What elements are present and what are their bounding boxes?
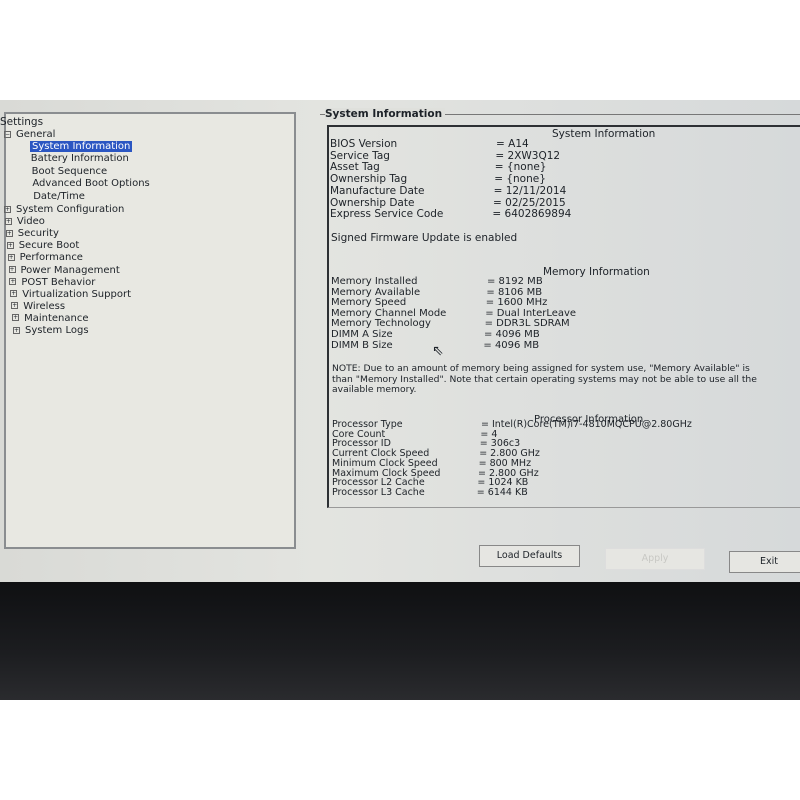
tree-group-label: Secure Boot (18, 240, 80, 252)
info-label: Memory Technology (331, 318, 431, 330)
info-label: Memory Available (331, 286, 421, 298)
info-label: Express Service Code (330, 208, 444, 221)
info-value: = Dual InterLeave (485, 307, 577, 319)
info-label: Memory Channel Mode (331, 307, 447, 319)
info-value: = 8192 MB (487, 276, 543, 287)
tree-group[interactable]: + Wireless (11, 301, 65, 313)
tree-item-label: Battery Information (30, 153, 129, 165)
tree-group[interactable]: + Security (5, 228, 59, 240)
info-label: Asset Tag (330, 161, 380, 174)
memory-heading: Memory Information (543, 266, 650, 278)
expand-icon[interactable]: + (7, 253, 15, 261)
tree-group-label: Video (16, 216, 45, 228)
info-value: = Intel(R)Core(TM)i7-4810MQCPU@2.80GHz (481, 419, 692, 430)
tree-group-label: Virtualization Support (22, 288, 131, 300)
info-value: = 6402869894 (492, 208, 572, 221)
tree-item[interactable]: Advanced Boot Options (32, 178, 149, 190)
info-label: Ownership Date (330, 196, 415, 209)
tree-item[interactable]: Battery Information (31, 153, 129, 165)
tree-group-label: Performance (19, 252, 83, 264)
memory-note-line: than "Memory Installed". Note that certa… (332, 373, 757, 385)
info-label: BIOS Version (330, 138, 398, 150)
tree-group[interactable]: + POST Behavior (9, 277, 95, 289)
info-value: = 02/25/2015 (493, 196, 566, 209)
info-value: = 4096 MB (484, 329, 540, 340)
tree-general[interactable]: − General (4, 129, 55, 141)
info-label: Memory Speed (331, 297, 407, 309)
tree-group-label: Power Management (20, 264, 120, 276)
tree-group[interactable]: + Virtualization Support (10, 289, 131, 301)
tree-group-label: System Logs (25, 325, 89, 336)
tree-group-label: POST Behavior (21, 276, 96, 288)
tree-group[interactable]: + System Configuration (4, 204, 124, 216)
tree-general-label: General (16, 129, 56, 140)
info-value: = 1600 MHz (485, 297, 548, 309)
tree-item[interactable]: System Information (30, 141, 133, 153)
info-value: = 12/11/2014 (493, 184, 567, 197)
info-label: Service Tag (330, 149, 390, 162)
tree-item[interactable]: Boot Sequence (32, 166, 108, 178)
exit-button[interactable]: Exit (729, 551, 800, 573)
expand-icon[interactable]: + (13, 326, 20, 334)
memory-note-line: available memory. (332, 384, 417, 395)
load-defaults-button[interactable]: Load Defaults (479, 545, 580, 567)
info-label: Ownership Tag (330, 173, 408, 186)
tree-item-label: Advanced Boot Options (32, 178, 150, 190)
tree-item-label: System Information (30, 141, 133, 152)
expand-icon[interactable]: + (4, 217, 12, 225)
info-value: = 8106 MB (486, 286, 543, 298)
expand-icon[interactable]: + (8, 266, 16, 273)
info-value: = DDR3L SDRAM (484, 318, 570, 330)
info-value: = {none} (494, 161, 547, 174)
tree-group-label: Maintenance (24, 312, 89, 324)
info-label: DIMM A Size (331, 329, 393, 340)
info-label: DIMM B Size (331, 339, 393, 351)
tree-item-label: Date/Time (33, 190, 85, 202)
info-label: Memory Installed (331, 276, 418, 287)
tree-group[interactable]: + Performance (7, 252, 83, 264)
info-label: Manufacture Date (330, 184, 425, 197)
panel-title: System Information (325, 108, 446, 120)
tree-item[interactable]: Date/Time (33, 191, 85, 203)
tree-group-label: Wireless (23, 300, 66, 312)
info-label: Processor L3 Cache (332, 486, 425, 498)
collapse-icon[interactable]: − (4, 130, 11, 138)
info-value: = 4096 MB (483, 339, 540, 351)
mouse-cursor-icon: ⇖ (432, 343, 444, 359)
info-value: = A14 (496, 138, 529, 150)
tree-group[interactable]: + Maintenance (12, 312, 89, 325)
laptop-bezel (0, 582, 800, 700)
tree-group-label: System Configuration (16, 204, 125, 215)
apply-button[interactable]: Apply (605, 548, 705, 570)
expand-icon[interactable]: + (5, 229, 13, 237)
tree-group[interactable]: + Secure Boot (6, 240, 80, 252)
tree-group[interactable]: + Power Management (8, 264, 120, 277)
memory-note-line: NOTE: Due to an amount of memory being a… (332, 363, 750, 374)
tree-group[interactable]: + Video (4, 216, 45, 228)
tree-item-label: Boot Sequence (31, 165, 108, 177)
expand-icon[interactable]: + (10, 290, 18, 298)
tree-group-label: Security (17, 228, 59, 240)
system-heading: System Information (552, 128, 656, 140)
expand-icon[interactable]: + (11, 302, 19, 310)
expand-icon[interactable]: + (4, 205, 11, 213)
firmware-note: Signed Firmware Update is enabled (331, 232, 518, 244)
info-value: = {none} (494, 173, 546, 186)
expand-icon[interactable]: + (6, 241, 14, 249)
info-value: = 2XW3Q12 (495, 149, 561, 162)
tree-root: Settings (0, 116, 44, 128)
expand-icon[interactable]: + (9, 278, 17, 286)
expand-icon[interactable]: + (12, 314, 20, 322)
info-value: = 6144 KB (476, 486, 528, 498)
tree-group[interactable]: + System Logs (13, 325, 89, 337)
